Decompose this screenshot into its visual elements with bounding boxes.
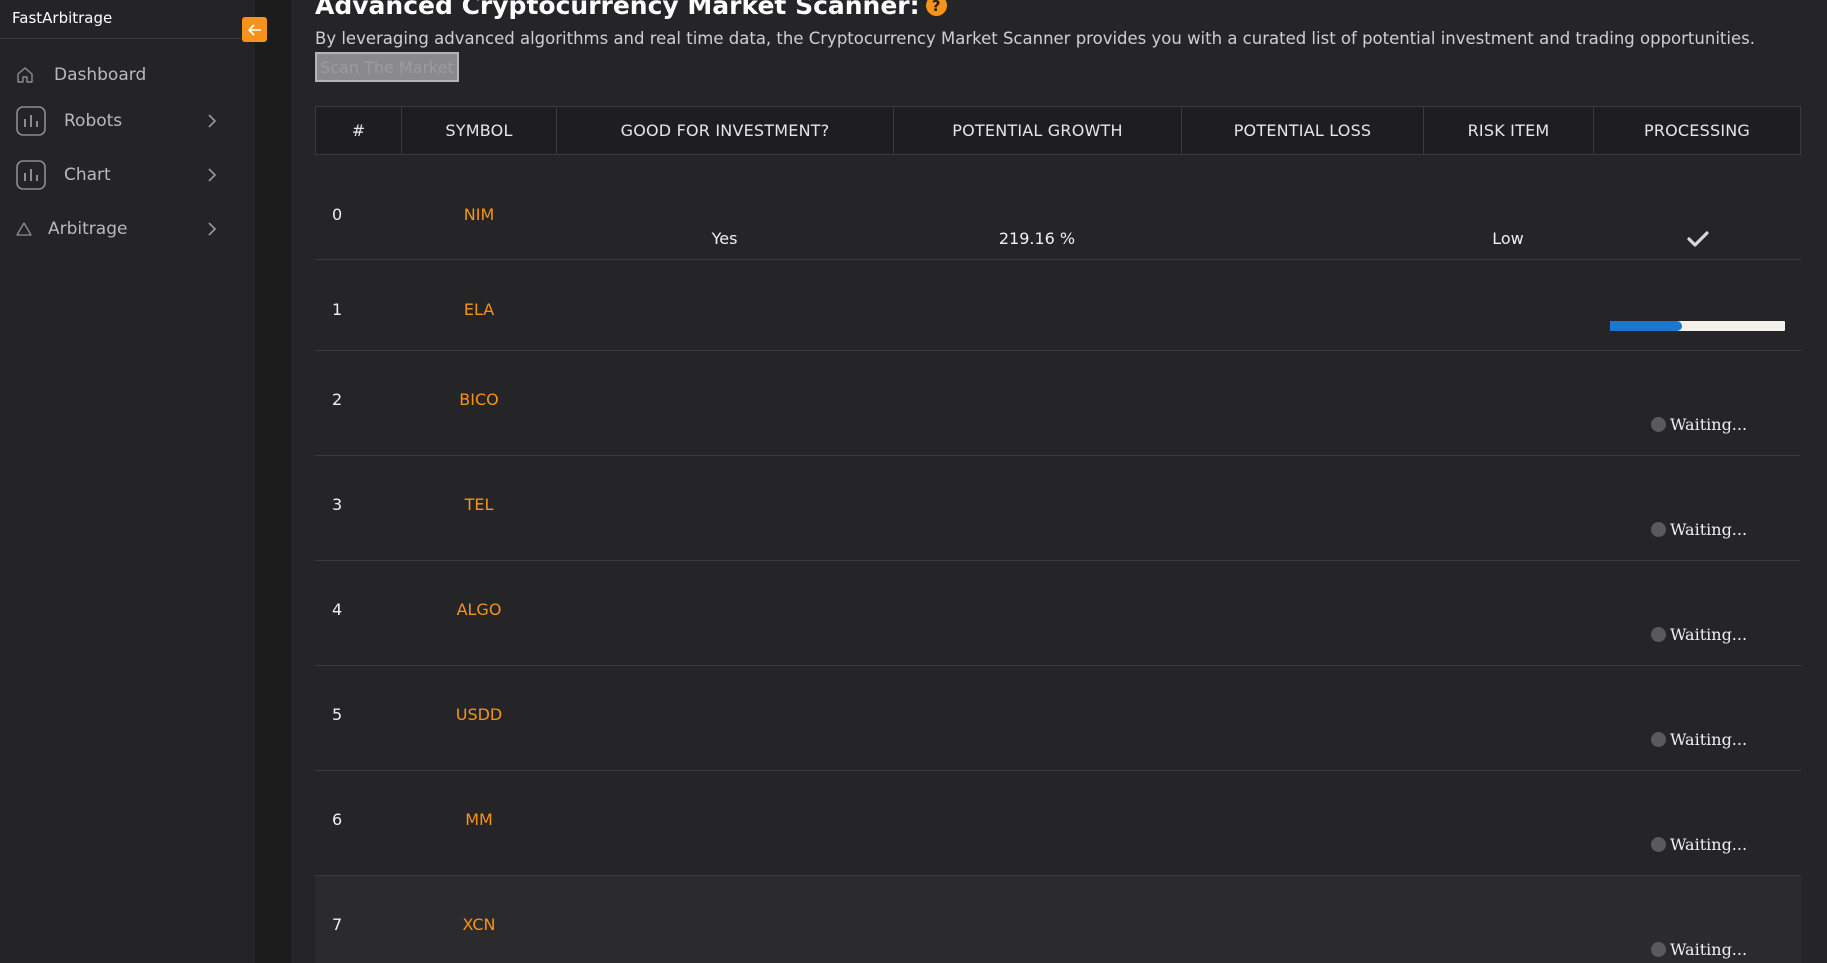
- table-row[interactable]: 6 MM Waiting...: [315, 771, 1801, 876]
- row-symbol[interactable]: ALGO: [399, 600, 559, 619]
- processing-status: Waiting...: [1651, 730, 1747, 749]
- row-symbol[interactable]: BICO: [399, 390, 559, 409]
- brand-name: FastArbitrage: [12, 9, 113, 27]
- table-row[interactable]: 0 NIM Yes 219.16 % Low: [315, 155, 1801, 260]
- row-symbol[interactable]: XCN: [399, 915, 559, 934]
- table-row[interactable]: 2 BICO Waiting...: [315, 351, 1801, 456]
- table-row[interactable]: 5 USDD Waiting...: [315, 666, 1801, 771]
- processing-status: Waiting...: [1651, 520, 1747, 539]
- sidebar: FastArbitrage Dashboard Robots Chart Arb…: [0, 0, 255, 963]
- row-index: 6: [332, 810, 343, 829]
- processing-progress-bar: [1610, 321, 1785, 331]
- row-index: 1: [332, 300, 343, 319]
- sidebar-item-robots[interactable]: Robots: [0, 101, 230, 141]
- column-header-good-for-investment[interactable]: GOOD FOR INVESTMENT?: [557, 107, 894, 154]
- bar-chart-icon: [16, 106, 46, 136]
- table-header: # SYMBOL GOOD FOR INVESTMENT? POTENTIAL …: [315, 106, 1801, 155]
- row-symbol[interactable]: NIM: [399, 205, 559, 224]
- table-row[interactable]: 1 ELA: [315, 260, 1801, 351]
- row-index: 4: [332, 600, 343, 619]
- sidebar-item-label: Arbitrage: [48, 219, 128, 239]
- scanner-table: # SYMBOL GOOD FOR INVESTMENT? POTENTIAL …: [315, 106, 1801, 963]
- status-text: Waiting...: [1670, 415, 1748, 434]
- column-header-potential-loss[interactable]: POTENTIAL LOSS: [1182, 107, 1424, 154]
- processing-status: Waiting...: [1651, 415, 1747, 434]
- column-header-potential-growth[interactable]: POTENTIAL GROWTH: [894, 107, 1182, 154]
- spinner-icon: [1651, 522, 1666, 537]
- column-header-processing[interactable]: PROCESSING: [1594, 107, 1800, 154]
- row-index: 0: [332, 205, 343, 224]
- status-text: Waiting...: [1670, 835, 1748, 854]
- status-text: Waiting...: [1670, 940, 1748, 959]
- app-root: FastArbitrage Dashboard Robots Chart Arb…: [0, 0, 1827, 963]
- home-icon: [16, 66, 34, 84]
- triangle-icon: [16, 222, 32, 236]
- chevron-right-icon: [206, 167, 218, 187]
- bar-chart-icon: [16, 160, 46, 190]
- status-text: Waiting...: [1670, 520, 1748, 539]
- processing-status: Waiting...: [1651, 625, 1747, 644]
- page-title-text: Advanced Cryptocurrency Market Scanner:: [315, 0, 920, 20]
- sidebar-item-dashboard[interactable]: Dashboard: [0, 55, 230, 95]
- column-header-risk-item[interactable]: RISK ITEM: [1424, 107, 1594, 154]
- page-title: Advanced Cryptocurrency Market Scanner: …: [315, 0, 947, 20]
- spinner-icon: [1651, 627, 1666, 642]
- row-symbol[interactable]: TEL: [399, 495, 559, 514]
- scan-market-button[interactable]: Scan The Market: [315, 52, 459, 82]
- chevron-right-icon: [206, 221, 218, 241]
- row-index: 7: [332, 915, 343, 934]
- table-row[interactable]: 4 ALGO Waiting...: [315, 561, 1801, 666]
- collapse-sidebar-button[interactable]: [242, 17, 267, 42]
- sidebar-item-arbitrage[interactable]: Arbitrage: [0, 209, 230, 249]
- column-header-symbol[interactable]: SYMBOL: [402, 107, 557, 154]
- status-text: Waiting...: [1670, 730, 1748, 749]
- table-row[interactable]: 7 XCN Waiting...: [315, 876, 1801, 963]
- row-symbol[interactable]: MM: [399, 810, 559, 829]
- spinner-icon: [1651, 942, 1666, 957]
- row-risk-item: Low: [1492, 229, 1524, 248]
- sidebar-gutter: [255, 0, 291, 963]
- sidebar-item-chart[interactable]: Chart: [0, 155, 230, 195]
- spinner-icon: [1651, 417, 1666, 432]
- progress-fill: [1610, 321, 1682, 331]
- spinner-icon: [1651, 837, 1666, 852]
- brand-divider: [0, 38, 255, 39]
- status-text: Waiting...: [1670, 625, 1748, 644]
- sidebar-item-label: Chart: [64, 165, 111, 185]
- row-good-for-investment: Yes: [711, 229, 738, 248]
- sidebar-item-label: Robots: [64, 111, 123, 131]
- processing-status: Waiting...: [1651, 940, 1747, 959]
- row-index: 5: [332, 705, 343, 724]
- row-symbol[interactable]: ELA: [399, 300, 559, 319]
- row-potential-growth: 219.16 %: [998, 229, 1076, 248]
- page-description: By leveraging advanced algorithms and re…: [315, 29, 1755, 48]
- sidebar-item-label: Dashboard: [54, 65, 147, 85]
- spinner-icon: [1651, 732, 1666, 747]
- row-symbol[interactable]: USDD: [399, 705, 559, 724]
- chevron-right-icon: [206, 113, 218, 133]
- row-index: 2: [332, 390, 343, 409]
- help-icon[interactable]: ?: [925, 0, 947, 16]
- sidebar-panel: [0, 0, 255, 963]
- column-header-index[interactable]: #: [316, 107, 402, 154]
- row-index: 3: [332, 495, 343, 514]
- processing-status: Waiting...: [1651, 835, 1747, 854]
- checkmark-icon: [1687, 230, 1709, 252]
- arrow-left-icon: [247, 23, 261, 36]
- table-row[interactable]: 3 TEL Waiting...: [315, 456, 1801, 561]
